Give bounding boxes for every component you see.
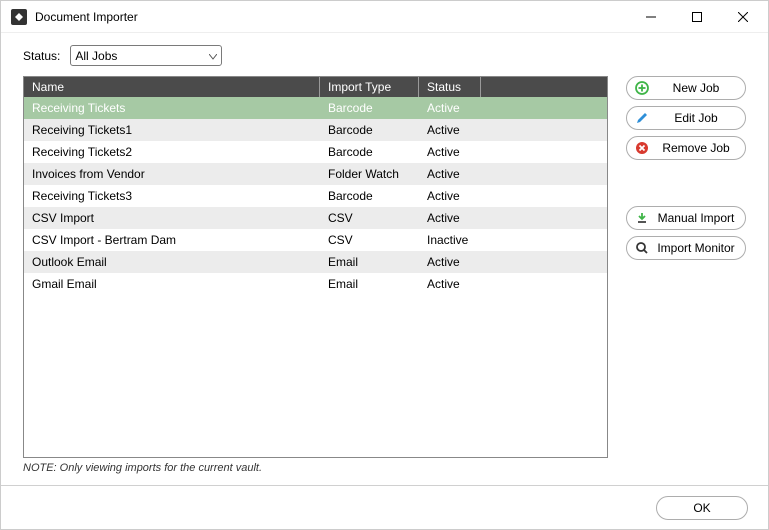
cell-status: Active: [419, 255, 607, 269]
cell-type: Email: [320, 255, 419, 269]
col-header-name[interactable]: Name: [24, 77, 320, 97]
pencil-icon: [635, 111, 649, 125]
cell-type: CSV: [320, 211, 419, 225]
cell-type: Folder Watch: [320, 167, 419, 181]
cell-type: Barcode: [320, 189, 419, 203]
cell-type: Barcode: [320, 101, 419, 115]
col-header-status[interactable]: Status: [419, 77, 481, 97]
cell-status: Inactive: [419, 233, 607, 247]
app-icon: [11, 9, 27, 25]
status-dropdown[interactable]: All Jobs: [70, 45, 222, 66]
col-header-spacer: [481, 77, 607, 97]
maximize-button[interactable]: [674, 2, 720, 32]
status-dropdown-value: All Jobs: [75, 49, 117, 63]
cell-type: Barcode: [320, 145, 419, 159]
note-text: NOTE: Only viewing imports for the curre…: [1, 458, 768, 474]
manual-import-button[interactable]: Manual Import: [626, 206, 746, 230]
cell-type: Email: [320, 277, 419, 291]
table-row[interactable]: Receiving Tickets3BarcodeActive: [24, 185, 607, 207]
plus-circle-icon: [635, 81, 649, 95]
manual-import-label: Manual Import: [655, 211, 737, 225]
cell-status: Active: [419, 167, 607, 181]
cell-type: Barcode: [320, 123, 419, 137]
cell-status: Active: [419, 277, 607, 291]
import-monitor-label: Import Monitor: [655, 241, 737, 255]
import-monitor-button[interactable]: Import Monitor: [626, 236, 746, 260]
cell-name: Outlook Email: [24, 255, 320, 269]
cell-name: CSV Import: [24, 211, 320, 225]
cell-name: Receiving Tickets3: [24, 189, 320, 203]
table-row[interactable]: Receiving Tickets1BarcodeActive: [24, 119, 607, 141]
cell-status: Active: [419, 101, 607, 115]
cell-status: Active: [419, 211, 607, 225]
cell-name: Gmail Email: [24, 277, 320, 291]
footer: OK: [1, 485, 768, 529]
window-title: Document Importer: [35, 10, 138, 24]
cell-name: Receiving Tickets: [24, 101, 320, 115]
col-header-type[interactable]: Import Type: [320, 77, 419, 97]
grid-body: Receiving TicketsBarcodeActiveReceiving …: [24, 97, 607, 457]
x-circle-icon: [635, 141, 649, 155]
window-controls: [628, 2, 766, 32]
download-icon: [635, 211, 649, 225]
table-row[interactable]: Receiving TicketsBarcodeActive: [24, 97, 607, 119]
table-row[interactable]: CSV ImportCSVActive: [24, 207, 607, 229]
cell-name: Receiving Tickets2: [24, 145, 320, 159]
remove-job-label: Remove Job: [655, 141, 737, 155]
cell-status: Active: [419, 189, 607, 203]
side-buttons: New Job Edit Job Remove Job Manual Impor…: [626, 76, 746, 458]
close-button[interactable]: [720, 2, 766, 32]
new-job-label: New Job: [655, 81, 737, 95]
cell-status: Active: [419, 123, 607, 137]
cell-type: CSV: [320, 233, 419, 247]
edit-job-button[interactable]: Edit Job: [626, 106, 746, 130]
table-row[interactable]: CSV Import - Bertram DamCSVInactive: [24, 229, 607, 251]
new-job-button[interactable]: New Job: [626, 76, 746, 100]
titlebar: Document Importer: [1, 1, 768, 33]
ok-button[interactable]: OK: [656, 496, 748, 520]
cell-name: Receiving Tickets1: [24, 123, 320, 137]
jobs-grid[interactable]: Name Import Type Status Receiving Ticket…: [23, 76, 608, 458]
table-row[interactable]: Outlook EmailEmailActive: [24, 251, 607, 273]
grid-header: Name Import Type Status: [24, 77, 607, 97]
table-row[interactable]: Invoices from VendorFolder WatchActive: [24, 163, 607, 185]
chevron-down-icon: [209, 49, 217, 63]
remove-job-button[interactable]: Remove Job: [626, 136, 746, 160]
minimize-button[interactable]: [628, 2, 674, 32]
filter-toolbar: Status: All Jobs: [1, 33, 768, 76]
status-label: Status:: [23, 49, 60, 63]
cell-status: Active: [419, 145, 607, 159]
magnify-icon: [635, 241, 649, 255]
table-row[interactable]: Receiving Tickets2BarcodeActive: [24, 141, 607, 163]
edit-job-label: Edit Job: [655, 111, 737, 125]
table-row[interactable]: Gmail EmailEmailActive: [24, 273, 607, 295]
cell-name: Invoices from Vendor: [24, 167, 320, 181]
cell-name: CSV Import - Bertram Dam: [24, 233, 320, 247]
